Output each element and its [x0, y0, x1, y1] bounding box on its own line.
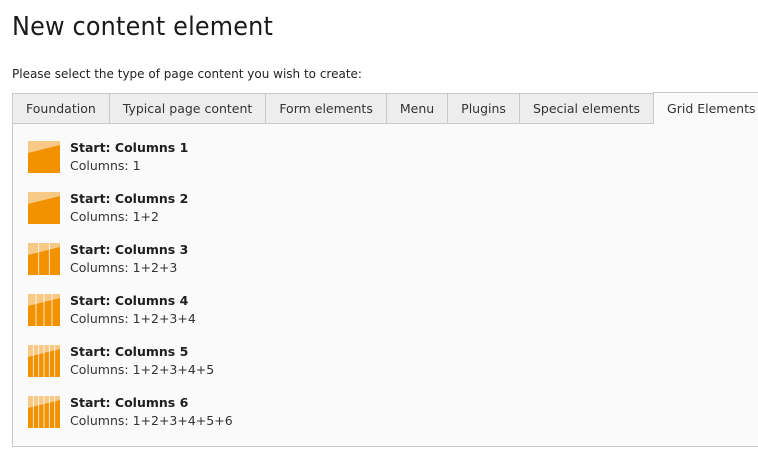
- grid-columns-2-icon: [28, 192, 60, 224]
- content-type-tabs: Foundation Typical page content Form ele…: [12, 92, 758, 124]
- element-start-columns-1[interactable]: Start: Columns 1 Columns: 1: [28, 140, 188, 174]
- tab-form-elements[interactable]: Form elements: [265, 93, 387, 123]
- element-start-columns-6[interactable]: Start: Columns 6 Columns: 1+2+3+4+5+6: [28, 395, 233, 429]
- tab-panel-grid-elements: Start: Columns 1 Columns: 1 Start: Colum…: [12, 123, 758, 447]
- tab-typical-page-content[interactable]: Typical page content: [108, 93, 267, 123]
- element-start-columns-5[interactable]: Start: Columns 5 Columns: 1+2+3+4+5: [28, 344, 214, 378]
- element-title: Start: Columns 1: [70, 140, 189, 155]
- element-title: Start: Columns 4: [70, 293, 189, 308]
- tab-grid-elements[interactable]: Grid Elements: [653, 92, 758, 124]
- element-description: Columns: 1: [70, 158, 141, 173]
- element-start-columns-2[interactable]: Start: Columns 2 Columns: 1+2: [28, 191, 188, 225]
- grid-columns-3-icon: [28, 243, 60, 275]
- element-description: Columns: 1+2+3+4+5: [70, 362, 215, 377]
- grid-columns-6-icon: [28, 396, 60, 428]
- tab-special-elements[interactable]: Special elements: [518, 93, 655, 123]
- instruction-text: Please select the type of page content y…: [12, 67, 362, 81]
- page-title: New content element: [12, 12, 274, 42]
- element-title: Start: Columns 2: [70, 191, 189, 206]
- element-start-columns-4[interactable]: Start: Columns 4 Columns: 1+2+3+4: [28, 293, 196, 327]
- tab-menu[interactable]: Menu: [385, 93, 449, 123]
- element-title: Start: Columns 6: [70, 395, 189, 410]
- element-description: Columns: 1+2: [70, 209, 159, 224]
- grid-columns-4-icon: [28, 294, 60, 326]
- grid-columns-5-icon: [28, 345, 60, 377]
- element-title: Start: Columns 5: [70, 344, 189, 359]
- element-description: Columns: 1+2+3+4+5+6: [70, 413, 233, 428]
- element-start-columns-3[interactable]: Start: Columns 3 Columns: 1+2+3: [28, 242, 188, 276]
- element-description: Columns: 1+2+3+4: [70, 311, 196, 326]
- tab-plugins[interactable]: Plugins: [447, 93, 520, 123]
- element-description: Columns: 1+2+3: [70, 260, 178, 275]
- tab-foundation[interactable]: Foundation: [12, 93, 110, 123]
- element-title: Start: Columns 3: [70, 242, 189, 257]
- grid-columns-1-icon: [28, 141, 60, 173]
